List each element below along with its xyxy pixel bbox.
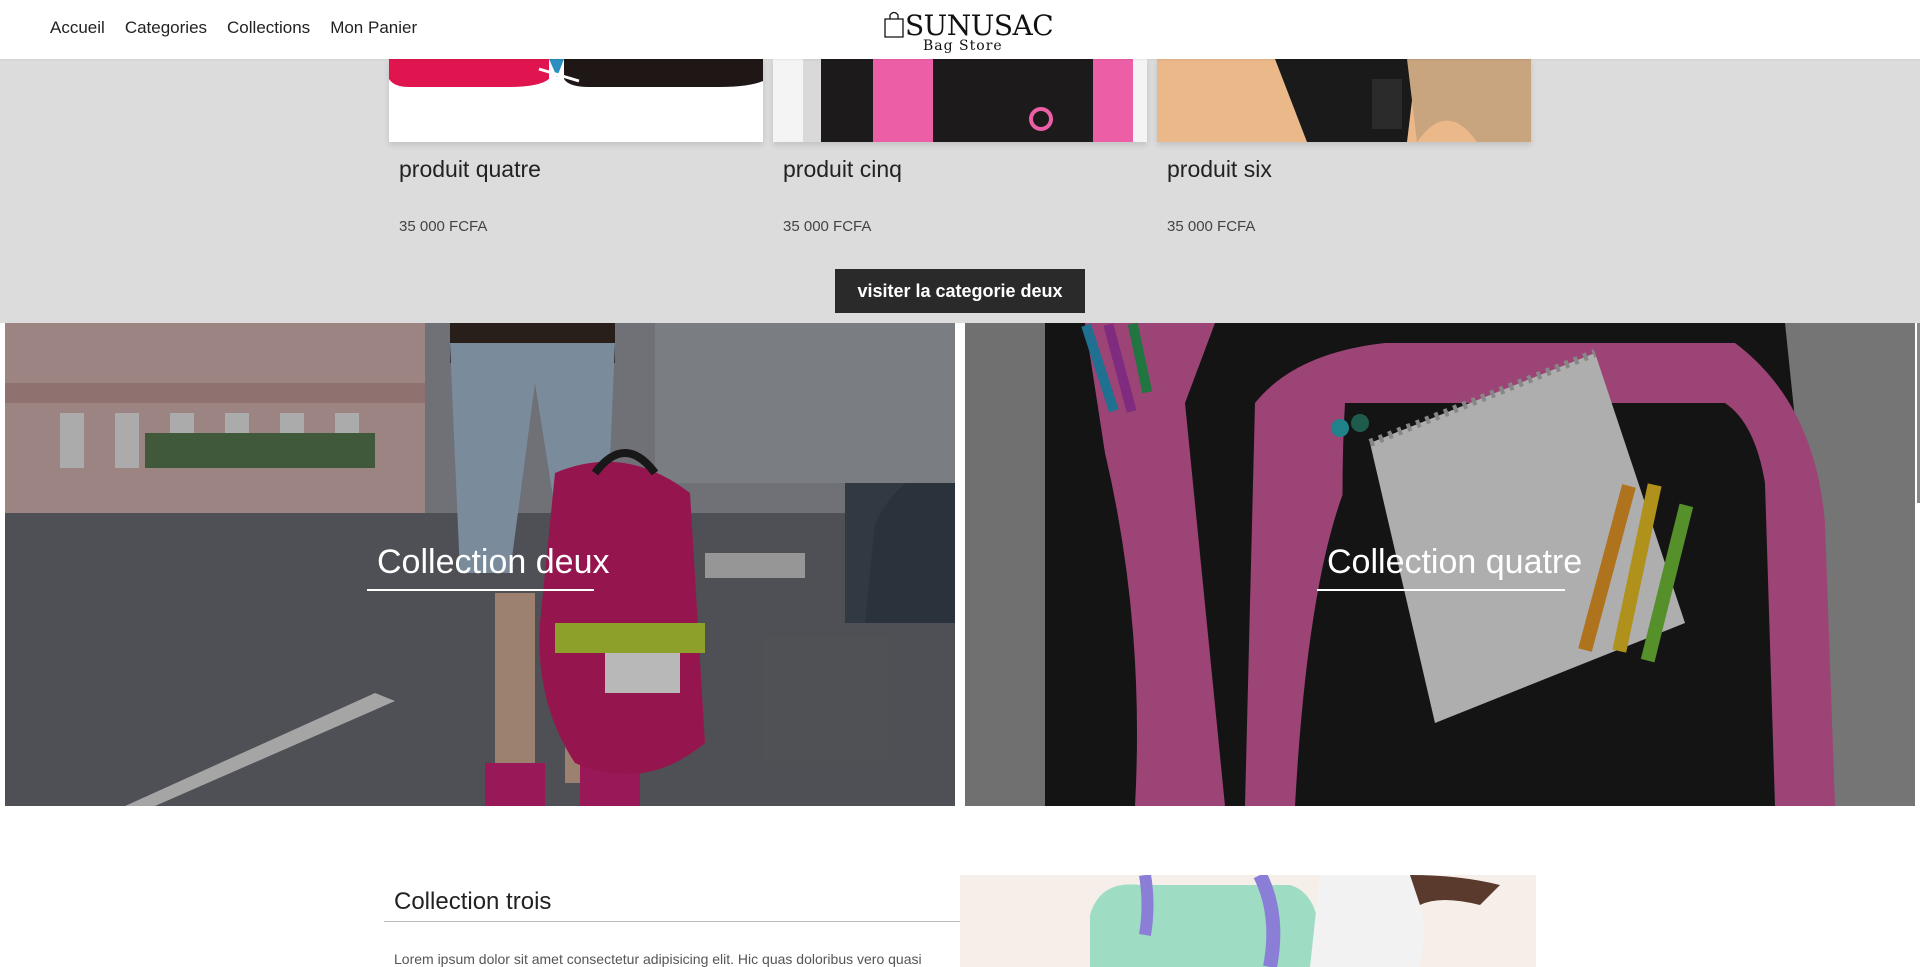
- nav-item-collections[interactable]: Collections: [227, 18, 310, 38]
- product-price: 35 000 FCFA: [783, 218, 872, 235]
- product-image-quatre[interactable]: [389, 59, 763, 142]
- title-underline: [367, 589, 594, 591]
- top-navigation-bar: Accueil Categories Collections Mon Panie…: [0, 0, 1920, 59]
- nav-item-categories[interactable]: Categories: [125, 18, 207, 38]
- product-price: 35 000 FCFA: [399, 218, 488, 235]
- site-logo[interactable]: SUNUSAC Bag Store: [883, 6, 1054, 54]
- product-image-cinq[interactable]: [773, 59, 1147, 142]
- collection-title[interactable]: Collection deux: [377, 543, 609, 582]
- title-underline: [1317, 589, 1565, 591]
- nav-item-accueil[interactable]: Accueil: [50, 18, 105, 38]
- collection-card-quatre[interactable]: Collection quatre: [965, 323, 1915, 806]
- brand-name: SUNUSAC: [905, 9, 1054, 42]
- section-description: Lorem ipsum dolor sit amet consectetur a…: [394, 951, 922, 967]
- visit-category-button[interactable]: visiter la categorie deux: [835, 269, 1085, 313]
- collection-trois-image[interactable]: [960, 875, 1536, 967]
- shopping-bag-icon: [884, 11, 904, 38]
- product-title[interactable]: produit quatre: [399, 156, 541, 183]
- product-title[interactable]: produit cinq: [783, 156, 902, 183]
- main-nav: Accueil Categories Collections Mon Panie…: [50, 18, 417, 38]
- product-image-six[interactable]: [1157, 59, 1531, 142]
- collection-title[interactable]: Collection quatre: [1327, 543, 1582, 582]
- product-price: 35 000 FCFA: [1167, 218, 1256, 235]
- section-title: Collection trois: [394, 888, 552, 915]
- nav-item-mon-panier[interactable]: Mon Panier: [330, 18, 417, 38]
- collection-card-deux[interactable]: Collection deux: [5, 323, 955, 806]
- product-title[interactable]: produit six: [1167, 156, 1272, 183]
- divider: [384, 921, 960, 922]
- brand-subtitle: Bag Store: [923, 38, 1003, 54]
